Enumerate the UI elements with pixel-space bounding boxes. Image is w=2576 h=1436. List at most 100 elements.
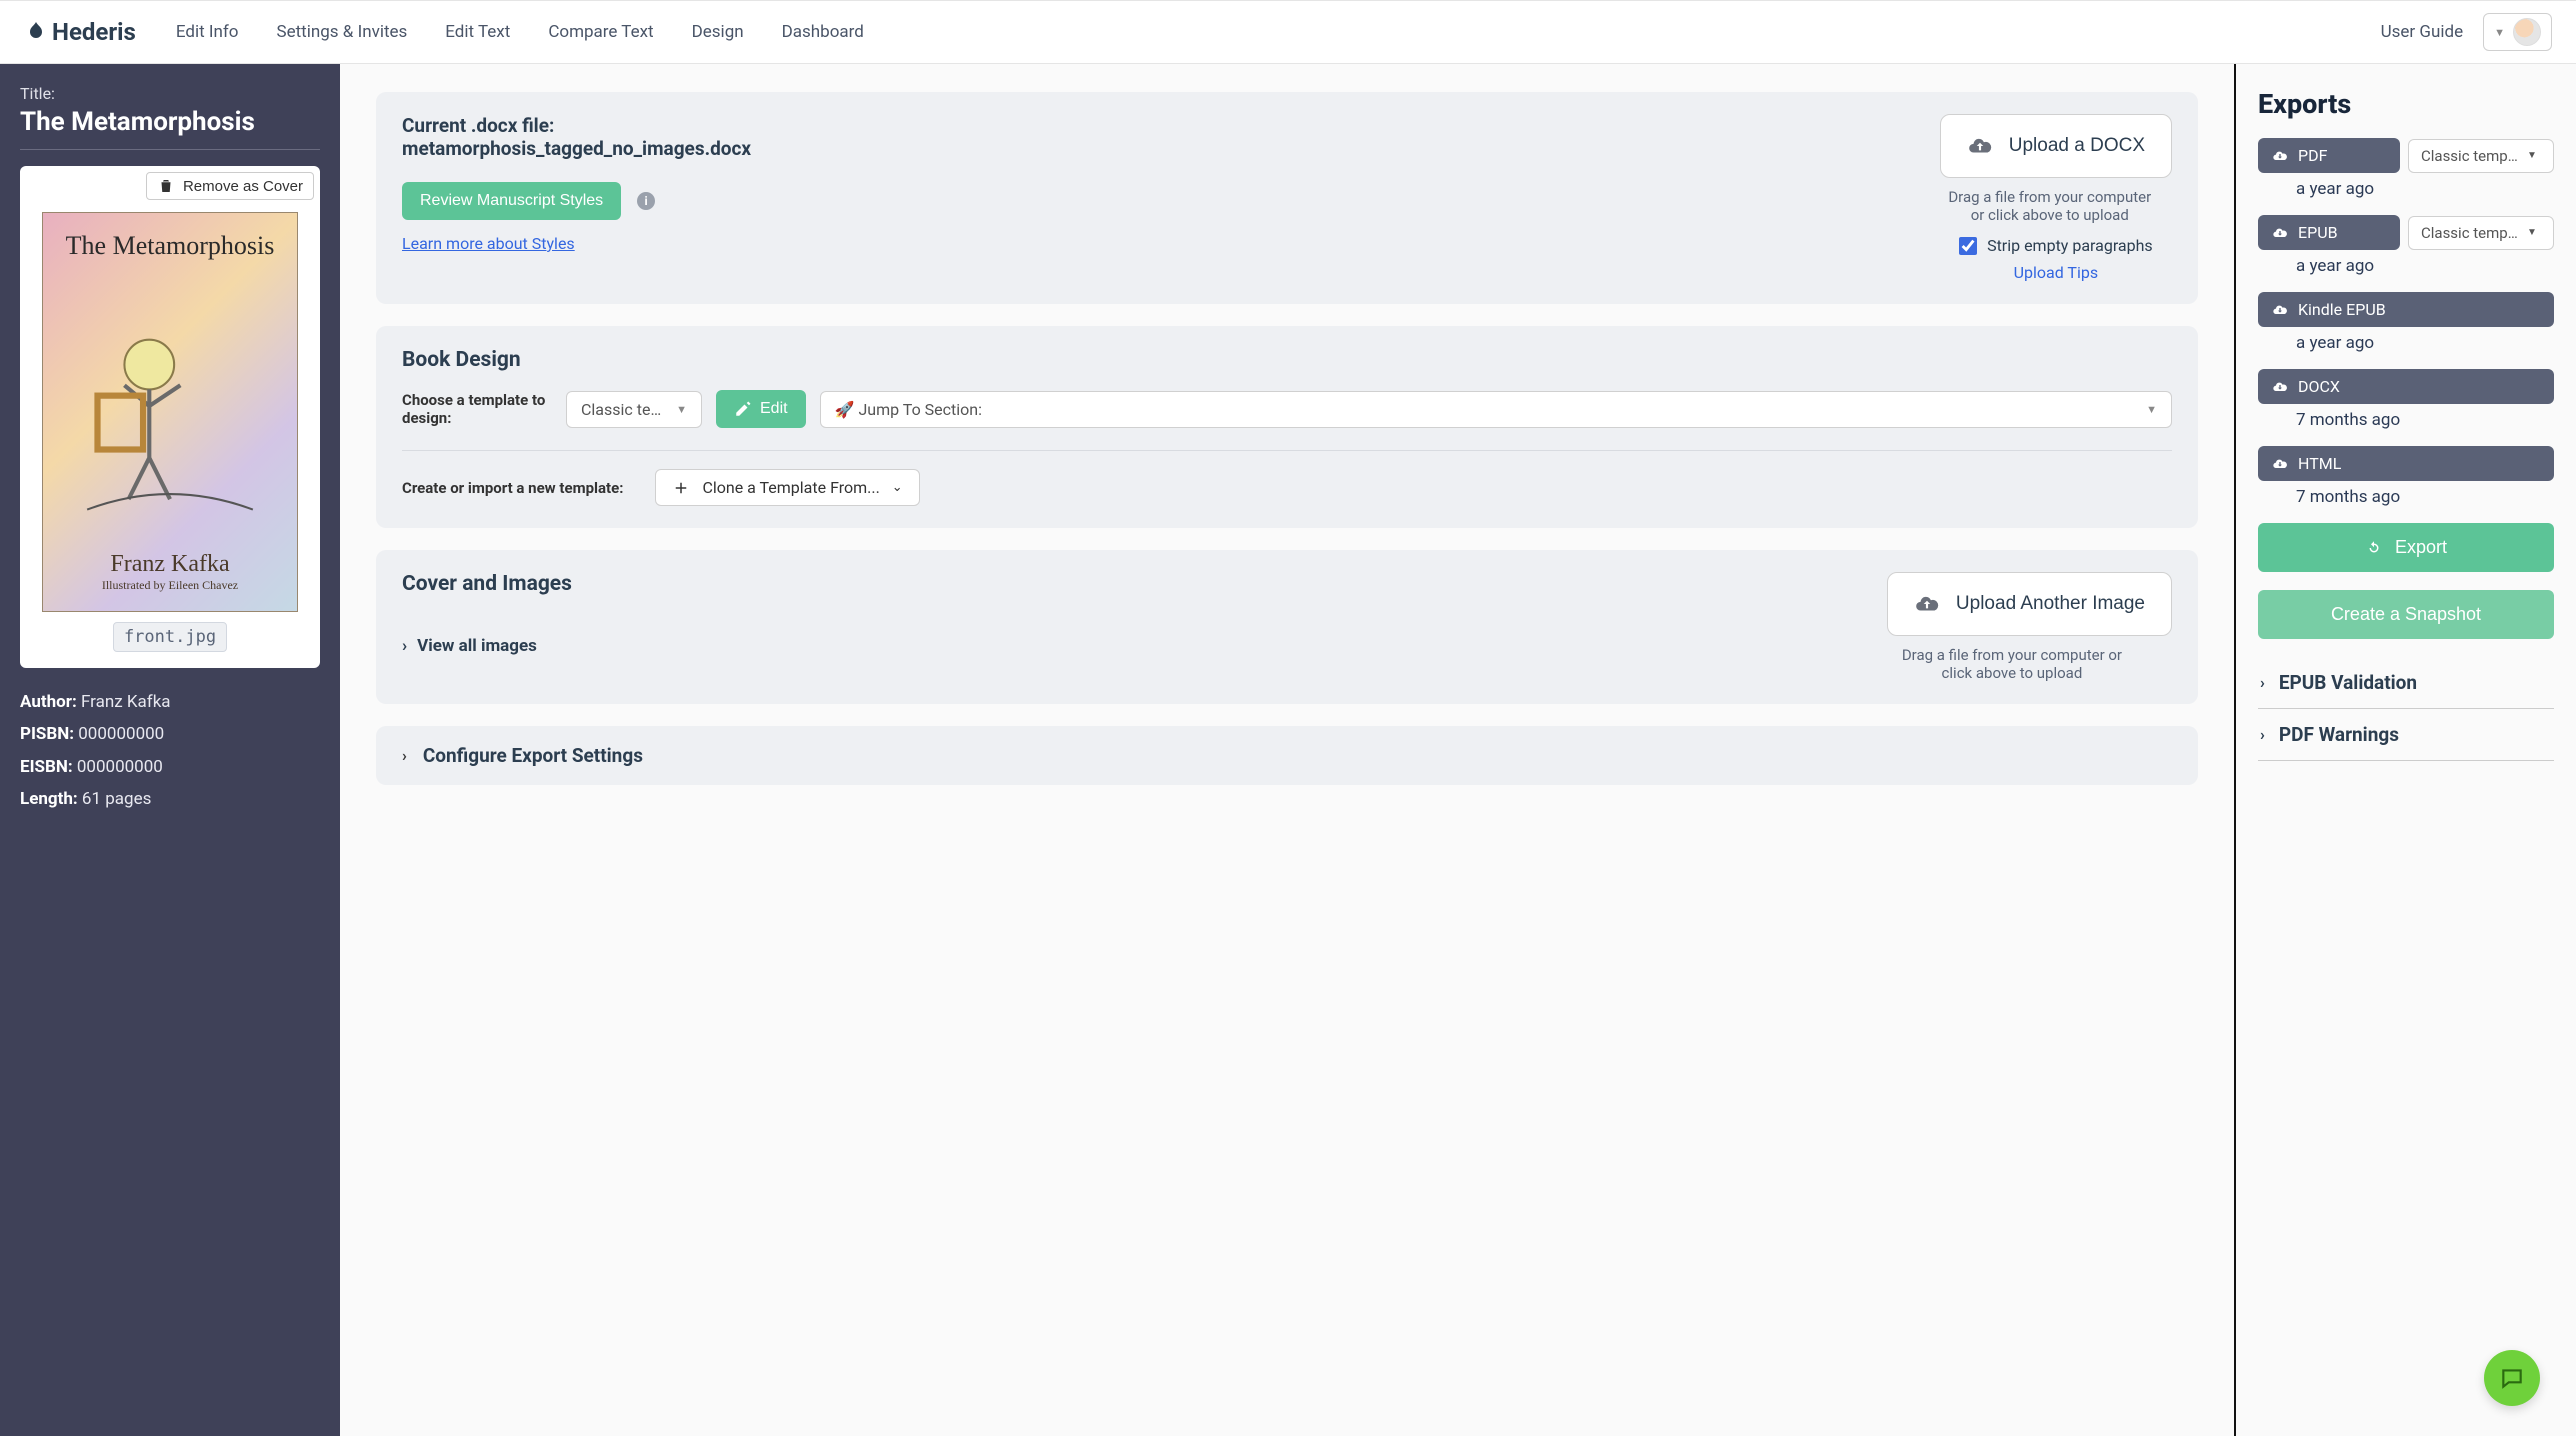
download-icon xyxy=(2272,302,2288,318)
title-label: Title: xyxy=(20,84,320,103)
export-download-chip[interactable]: Kindle EPUB xyxy=(2258,292,2554,327)
upload-image-button[interactable]: Upload Another Image xyxy=(1887,572,2172,636)
create-template-label: Create or import a new template: xyxy=(402,479,623,497)
logo-icon xyxy=(24,20,48,44)
meta-author: Franz Kafka xyxy=(81,692,171,712)
nav-design[interactable]: Design xyxy=(692,22,744,42)
cover-filename: front.jpg xyxy=(113,622,227,652)
epub-validation-expander[interactable]: › EPUB Validation xyxy=(2258,657,2554,709)
jump-section-select[interactable]: 🚀 Jump To Section: ▼ xyxy=(820,391,2172,428)
export-template-select[interactable]: Classic template▼ xyxy=(2408,216,2554,250)
book-design-title: Book Design xyxy=(402,348,2172,372)
cover-image-illustrator: Illustrated by Eileen Chavez xyxy=(102,578,238,593)
plus-icon xyxy=(672,479,690,497)
user-guide-link[interactable]: User Guide xyxy=(2381,22,2463,42)
edit-template-button[interactable]: Edit xyxy=(716,390,806,428)
current-file-label: Current .docx file: xyxy=(402,114,751,137)
chevron-right-icon: › xyxy=(2260,673,2265,692)
download-icon xyxy=(2272,379,2288,395)
cloud-upload-icon xyxy=(1967,133,1993,159)
upload-image-hint: Drag a file from your computer or click … xyxy=(1887,646,2137,682)
chat-icon xyxy=(2499,1365,2525,1391)
strip-empty-label: Strip empty paragraphs xyxy=(1987,236,2153,255)
template-select[interactable]: Classic template ▼ xyxy=(566,391,702,428)
review-styles-button[interactable]: Review Manuscript Styles xyxy=(402,182,621,220)
book-title: The Metamorphosis xyxy=(20,107,320,150)
export-item: PDFClassic template▼ a year ago xyxy=(2258,138,2554,199)
export-timestamp: a year ago xyxy=(2296,256,2554,276)
nav-edit-info[interactable]: Edit Info xyxy=(176,22,239,42)
caret-down-icon: ▼ xyxy=(2494,26,2505,39)
edit-icon xyxy=(734,400,752,418)
cover-card: Remove as Cover The Metamorphosis Franz … xyxy=(20,166,320,668)
cover-image-author: Franz Kafka xyxy=(110,551,229,578)
docx-panel: Current .docx file: metamorphosis_tagged… xyxy=(376,92,2198,304)
view-all-images-button[interactable]: › View all images xyxy=(402,636,572,656)
nav-settings-invites[interactable]: Settings & Invites xyxy=(276,22,407,42)
download-icon xyxy=(2272,225,2288,241)
chevron-right-icon: › xyxy=(402,746,407,765)
upload-tips-link[interactable]: Upload Tips xyxy=(2014,263,2098,282)
meta-pisbn: 000000000 xyxy=(78,724,164,744)
export-item: HTML 7 months ago xyxy=(2258,446,2554,507)
upload-docx-button[interactable]: Upload a DOCX xyxy=(1940,114,2172,178)
book-metadata: Author: Franz Kafka PISBN: 000000000 EIS… xyxy=(20,686,320,815)
configure-export-accordion[interactable]: › Configure Export Settings xyxy=(376,726,2198,785)
export-timestamp: a year ago xyxy=(2296,179,2554,199)
export-button[interactable]: Export xyxy=(2258,523,2554,572)
caret-down-icon: ▼ xyxy=(2527,227,2537,238)
export-item: Kindle EPUB a year ago xyxy=(2258,292,2554,353)
export-download-chip[interactable]: DOCX xyxy=(2258,369,2554,404)
main-nav: Edit Info Settings & Invites Edit Text C… xyxy=(176,22,864,42)
export-download-chip[interactable]: EPUB xyxy=(2258,215,2400,250)
remove-cover-button[interactable]: Remove as Cover xyxy=(146,172,314,200)
caret-down-icon: ▼ xyxy=(2146,403,2157,416)
cover-image: The Metamorphosis Franz Kafka Illustrate… xyxy=(42,212,298,612)
exports-sidebar: Exports PDFClassic template▼a year agoEP… xyxy=(2236,64,2576,1436)
download-icon xyxy=(2272,456,2288,472)
chevron-down-icon: ⌄ xyxy=(892,480,903,495)
strip-empty-checkbox[interactable] xyxy=(1959,237,1977,255)
nav-edit-text[interactable]: Edit Text xyxy=(445,22,510,42)
chevron-right-icon: › xyxy=(2260,725,2265,744)
brand-name: Hederis xyxy=(52,18,136,46)
export-download-chip[interactable]: PDF xyxy=(2258,138,2400,173)
meta-length: 61 pages xyxy=(82,789,151,809)
export-timestamp: 7 months ago xyxy=(2296,487,2554,507)
cover-art xyxy=(53,261,287,551)
export-timestamp: a year ago xyxy=(2296,333,2554,353)
caret-down-icon: ▼ xyxy=(676,403,687,416)
caret-down-icon: ▼ xyxy=(2527,150,2537,161)
export-download-chip[interactable]: HTML xyxy=(2258,446,2554,481)
main-content: Current .docx file: metamorphosis_tagged… xyxy=(340,64,2236,1436)
export-item: EPUBClassic template▼ a year ago xyxy=(2258,215,2554,276)
refresh-icon xyxy=(2365,539,2383,557)
current-file-name: metamorphosis_tagged_no_images.docx xyxy=(402,137,751,160)
book-design-panel: Book Design Choose a template to design:… xyxy=(376,326,2198,528)
pdf-warnings-expander[interactable]: › PDF Warnings xyxy=(2258,709,2554,761)
upload-hint: Drag a file from your computer or click … xyxy=(1940,188,2160,224)
help-chat-button[interactable] xyxy=(2484,1350,2540,1406)
top-bar: Hederis Edit Info Settings & Invites Edi… xyxy=(0,0,2576,64)
clone-template-button[interactable]: Clone a Template From... ⌄ xyxy=(655,469,919,506)
user-menu-button[interactable]: ▼ xyxy=(2483,13,2552,51)
avatar xyxy=(2513,18,2541,46)
cloud-upload-icon xyxy=(1914,591,1940,617)
create-snapshot-button[interactable]: Create a Snapshot xyxy=(2258,590,2554,639)
meta-eisbn: 000000000 xyxy=(77,757,163,777)
cover-images-panel: Cover and Images › View all images Uploa… xyxy=(376,550,2198,704)
sidebar: Title: The Metamorphosis Remove as Cover… xyxy=(0,64,340,1436)
export-timestamp: 7 months ago xyxy=(2296,410,2554,430)
export-template-select[interactable]: Classic template▼ xyxy=(2408,139,2554,173)
nav-compare-text[interactable]: Compare Text xyxy=(548,22,653,42)
chevron-right-icon: › xyxy=(402,636,407,656)
logo[interactable]: Hederis xyxy=(24,18,136,46)
exports-title: Exports xyxy=(2258,88,2554,120)
choose-template-label: Choose a template to design: xyxy=(402,391,552,427)
nav-dashboard[interactable]: Dashboard xyxy=(782,22,864,42)
learn-more-styles-link[interactable]: Learn more about Styles xyxy=(402,234,575,253)
download-icon xyxy=(2272,148,2288,164)
trash-icon xyxy=(157,177,175,195)
cover-images-title: Cover and Images xyxy=(402,572,572,596)
info-icon[interactable]: i xyxy=(637,192,655,210)
